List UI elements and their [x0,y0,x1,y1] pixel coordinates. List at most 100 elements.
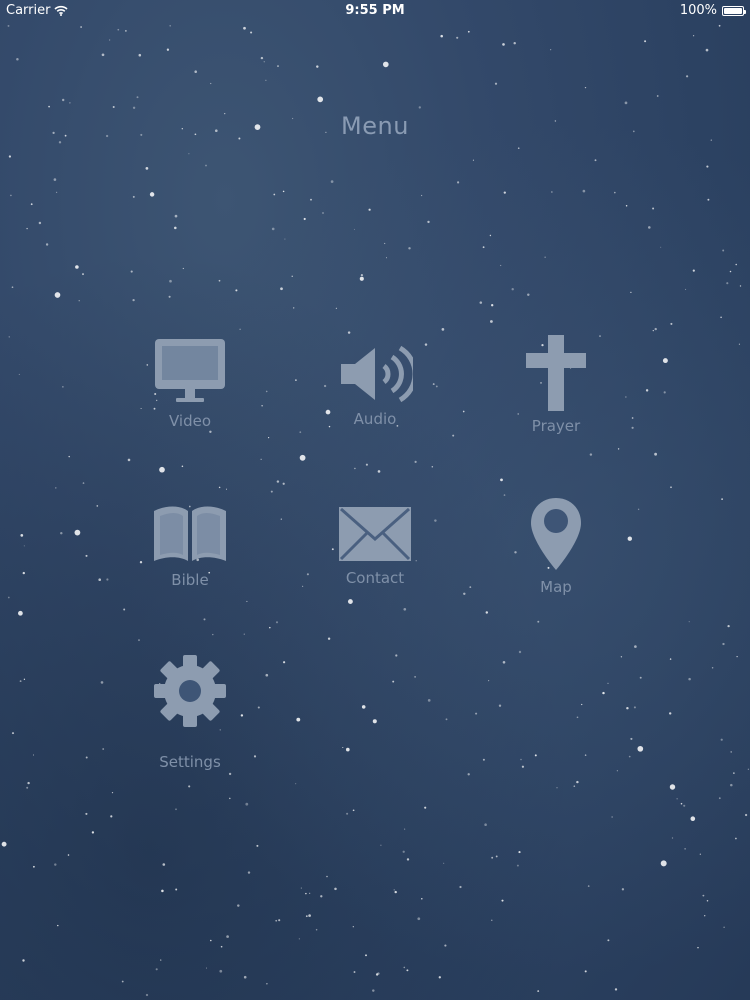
star [330,180,334,183]
star [467,773,470,776]
star [516,864,519,867]
star [45,243,49,246]
star [670,322,673,325]
star [669,658,672,660]
star [699,853,701,855]
star [704,915,706,917]
star [123,608,126,611]
menu-item-settings[interactable]: Settings [110,653,270,771]
star [738,343,740,345]
star [482,246,485,249]
star [576,780,579,784]
star [628,755,631,758]
star [652,207,655,210]
menu-label-audio: Audio [353,410,397,428]
star [730,783,733,787]
star [607,682,609,684]
star [365,463,368,466]
star [621,888,625,891]
star [106,578,109,581]
star [18,610,23,616]
star [520,758,522,761]
menu-item-prayer[interactable]: Prayer [476,335,636,435]
star [8,155,12,158]
star [85,756,88,759]
star [420,194,423,197]
star [735,263,737,266]
star [27,781,30,785]
status-bar: Carrier 9:55 PM 100% [0,0,750,22]
star [360,273,364,277]
star [352,926,354,928]
menu-item-bible[interactable]: Bible [110,503,270,589]
star [334,887,337,891]
menu-item-contact[interactable]: Contact [295,505,455,587]
star [584,970,587,973]
star [722,642,725,646]
star [162,863,166,866]
star [203,618,206,621]
star [53,178,57,181]
star [491,919,493,921]
star [500,264,502,267]
star [276,480,280,483]
star [247,871,251,874]
star [417,917,421,921]
star [271,227,275,231]
star [22,571,25,575]
star [660,246,662,248]
star [273,193,276,196]
star [620,656,623,658]
star [594,159,597,162]
menu-item-audio[interactable]: Audio [295,344,455,428]
star [256,844,259,847]
star [210,82,212,85]
star [145,993,149,997]
star [32,754,35,756]
star [463,592,466,596]
star [491,856,494,859]
monitor-icon [155,339,225,402]
star [58,141,62,144]
star [26,786,29,789]
star [270,490,273,493]
menu-item-map[interactable]: Map [476,496,636,596]
star [683,804,686,807]
star [513,41,516,45]
star [495,855,498,858]
star [1,841,7,847]
star [48,105,50,108]
star [680,802,683,805]
star [718,797,721,800]
star [614,191,616,194]
star [521,765,525,768]
star [733,772,735,774]
star [624,101,628,105]
star [485,611,489,614]
star [584,86,587,89]
star [280,287,283,291]
star [720,738,723,741]
star [80,26,82,28]
status-right: 100% [680,3,746,18]
star [260,56,264,60]
menu-item-video[interactable]: Video [110,336,270,430]
star [159,466,165,473]
star [245,802,249,806]
star [169,279,172,283]
star [626,706,629,710]
star [408,247,411,250]
battery-fill [724,7,742,14]
star [166,48,170,51]
star [7,596,10,599]
star [345,747,350,752]
star [210,939,212,942]
star [637,745,644,752]
star [225,488,228,490]
star [602,691,605,695]
star [668,712,672,715]
star [697,946,699,949]
star [300,887,302,889]
star [607,939,610,942]
star [589,453,593,456]
